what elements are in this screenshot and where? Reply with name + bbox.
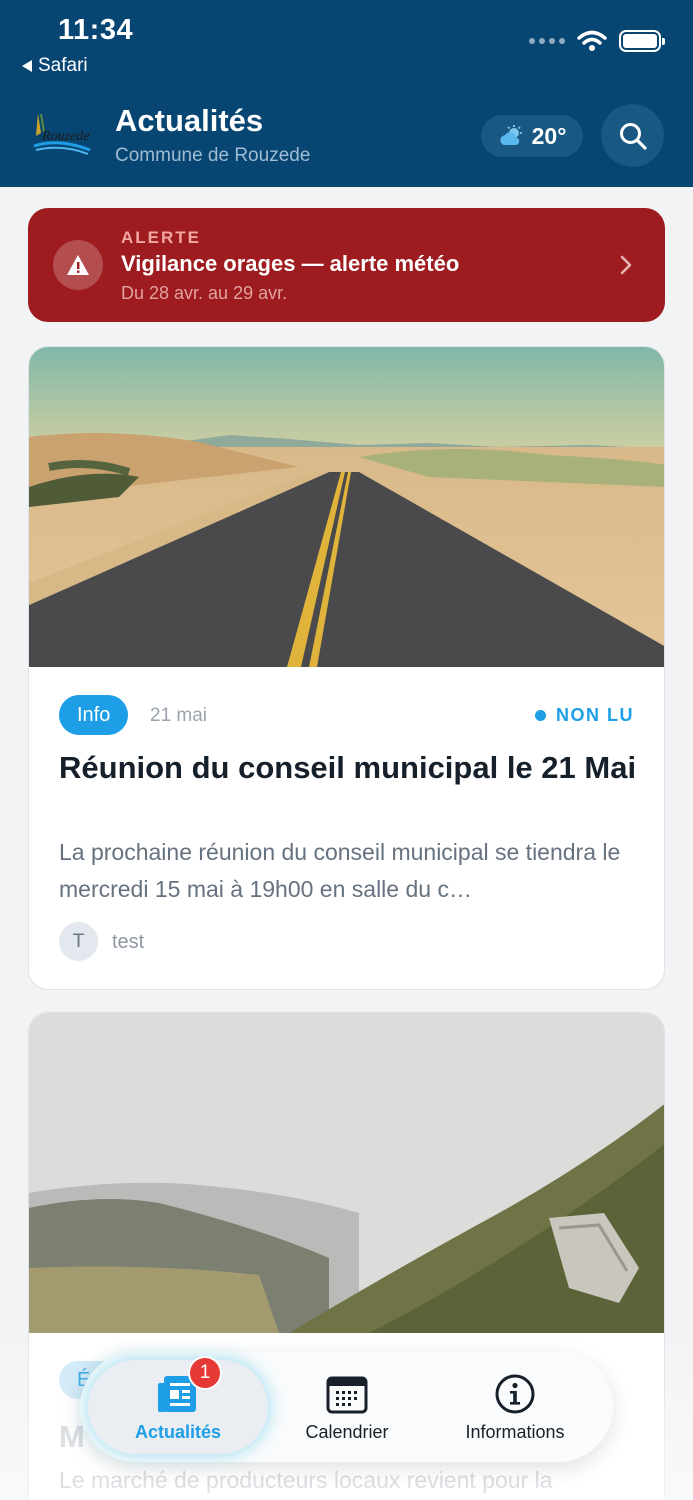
- tab-label: Calendrier: [305, 1421, 389, 1442]
- info-icon: [493, 1372, 537, 1416]
- author-name: test: [112, 931, 145, 953]
- tab-label: Informations: [465, 1421, 565, 1442]
- unread-count-badge: 1: [188, 1355, 222, 1390]
- back-label: Safari: [38, 55, 88, 76]
- alert-dates: Du 28 avr. au 29 avr.: [121, 283, 288, 303]
- alert-kicker: ALERTE: [121, 228, 201, 247]
- alert-title: Vigilance orages — alerte météo: [121, 251, 460, 276]
- tab-label: Actualités: [134, 1421, 222, 1442]
- page-subtitle: Commune de Rouzede: [115, 145, 311, 166]
- post-date: 21 mai: [150, 705, 208, 726]
- newspaper-icon: 1: [156, 1355, 222, 1416]
- rouzede-logo: Rouzede: [33, 113, 91, 155]
- tab-bar: 1 Actualités Calendrier Informations: [80, 1352, 613, 1462]
- search-icon: [619, 122, 647, 150]
- weather-alert-banner[interactable]: ALERTE Vigilance orages — alerte météo D…: [28, 208, 665, 322]
- status-icons: [529, 30, 665, 52]
- app-header: 11:34 Safari Rouzede Actualités Commune …: [0, 0, 693, 187]
- post-excerpt: Le marché de producteurs locaux revient …: [59, 1467, 553, 1493]
- calendar-icon: [325, 1372, 369, 1416]
- unread-indicator: NON LU: [535, 705, 634, 726]
- warning-icon: [53, 240, 103, 290]
- author-avatar: T: [59, 922, 98, 961]
- misty-hills-photo: [29, 1013, 664, 1333]
- post-title: Réunion du conseil municipal le 21 Mai: [59, 750, 637, 785]
- partly-cloudy-icon: [499, 125, 522, 145]
- category-tag[interactable]: Info: [59, 695, 129, 735]
- tab-informations[interactable]: Informations: [426, 1352, 604, 1462]
- back-triangle-icon: [22, 60, 32, 72]
- tab-calendrier[interactable]: Calendrier: [268, 1352, 426, 1462]
- news-card[interactable]: Info 21 mai NON LU Réunion du conseil mu…: [28, 346, 665, 990]
- weather-badge[interactable]: 20°: [481, 115, 583, 157]
- chevron-right-icon: [620, 255, 632, 275]
- search-button[interactable]: [601, 104, 664, 167]
- desert-road-photo: [29, 347, 664, 667]
- temperature: 20°: [531, 122, 567, 149]
- unread-label: NON LU: [556, 705, 634, 725]
- post-excerpt: La prochaine réunion du conseil municipa…: [59, 839, 621, 902]
- status-time: 11:34: [58, 14, 134, 46]
- tab-actualites[interactable]: 1 Actualités: [88, 1352, 268, 1462]
- post-title: M: [59, 1419, 85, 1454]
- battery-icon: [619, 30, 665, 52]
- wifi-icon: [577, 30, 607, 51]
- back-to-safari[interactable]: Safari: [22, 55, 88, 77]
- unread-dot-icon: [535, 710, 546, 721]
- page-title: Actualités: [115, 103, 264, 138]
- signal-icon: [529, 38, 565, 44]
